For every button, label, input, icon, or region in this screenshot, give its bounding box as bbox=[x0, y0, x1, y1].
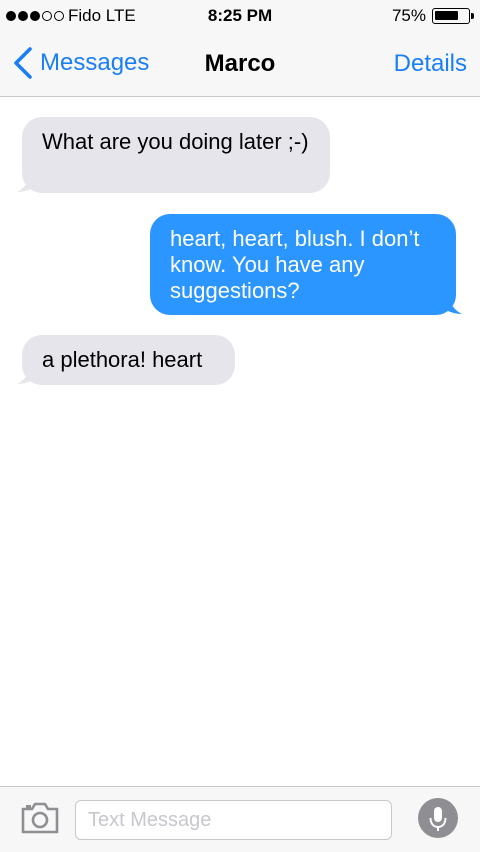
chevron-left-icon bbox=[14, 47, 32, 79]
details-button[interactable]: Details bbox=[394, 50, 467, 78]
navigation-bar: Messages Marco Details bbox=[0, 32, 480, 97]
camera-icon[interactable] bbox=[20, 801, 60, 835]
message-input-field[interactable] bbox=[75, 800, 392, 840]
battery-percent: 75% bbox=[391, 6, 426, 25]
message-text: a plethora! heart bbox=[42, 347, 203, 372]
message-bubble-incoming[interactable]: a plethora! heart bbox=[22, 335, 235, 385]
back-button[interactable]: Messages bbox=[10, 46, 149, 80]
message-input[interactable] bbox=[76, 801, 391, 839]
battery-tip bbox=[471, 13, 474, 19]
microphone-button[interactable] bbox=[418, 798, 458, 838]
message-bubble-incoming[interactable]: What are you doing later ;-) bbox=[22, 117, 330, 193]
message-bubble-outgoing[interactable]: heart, heart, blush. I don’t know. You h… bbox=[150, 214, 456, 315]
microphone-icon bbox=[429, 807, 447, 831]
message-text: heart, heart, blush. I don’t know. You h… bbox=[170, 226, 420, 303]
status-bar: Fido LTE 8:25 PM 75% bbox=[0, 0, 480, 32]
battery-icon bbox=[432, 8, 474, 24]
message-text: What are you doing later ;-) bbox=[42, 129, 309, 154]
back-button-label: Messages bbox=[40, 49, 150, 76]
compose-bar bbox=[0, 786, 480, 852]
battery-level-fill bbox=[435, 11, 458, 20]
